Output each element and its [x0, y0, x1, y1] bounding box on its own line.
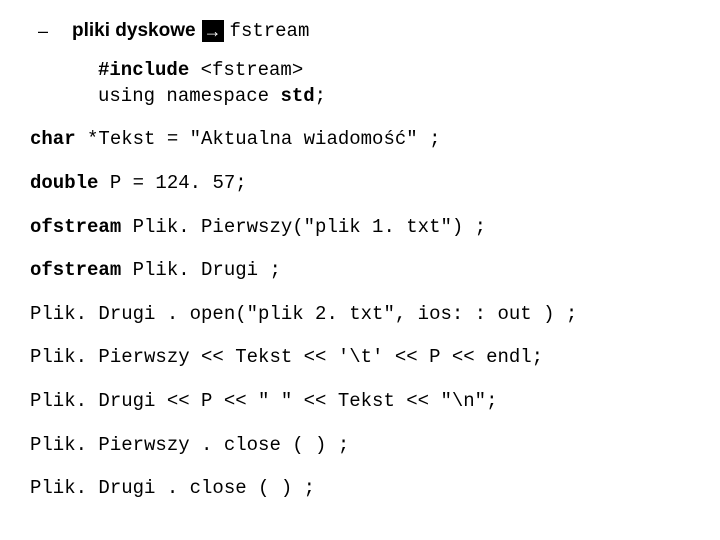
code-line-2: double P = 124. 57;	[30, 171, 690, 197]
code-line-5: Plik. Drugi . open("plik 2. txt", ios: :…	[30, 302, 690, 328]
code-2-rest: P = 124. 57;	[98, 172, 246, 194]
using-semicolon: ;	[315, 85, 326, 107]
kw-char: char	[30, 128, 76, 150]
bullet-heading: – pliki dyskowe → fstream	[30, 20, 690, 42]
code-4-rest: Plik. Drugi ;	[121, 259, 281, 281]
include-line-2: using namespace std;	[98, 84, 690, 110]
code-line-8: Plik. Pierwszy . close ( ) ;	[30, 433, 690, 459]
bullet-target: fstream	[230, 20, 310, 42]
code-3-rest: Plik. Pierwszy("plik 1. txt") ;	[121, 216, 486, 238]
code-line-6: Plik. Pierwszy << Tekst << '\t' << P << …	[30, 345, 690, 371]
bullet-dash: –	[36, 21, 50, 42]
include-rest: <fstream>	[189, 59, 303, 81]
include-block: #include <fstream> using namespace std;	[98, 58, 690, 109]
kw-ofstream-1: ofstream	[30, 216, 121, 238]
kw-double: double	[30, 172, 98, 194]
arrow-icon: →	[202, 20, 224, 42]
bullet-label: pliki dyskowe	[72, 20, 196, 42]
code-line-3: ofstream Plik. Pierwszy("plik 1. txt") ;	[30, 215, 690, 241]
using-namespace: using namespace	[98, 85, 280, 107]
code-line-1: char *Tekst = "Aktualna wiadomość" ;	[30, 127, 690, 153]
include-line-1: #include <fstream>	[98, 58, 690, 84]
code-1-rest: *Tekst = "Aktualna wiadomość" ;	[76, 128, 441, 150]
kw-ofstream-2: ofstream	[30, 259, 121, 281]
code-line-4: ofstream Plik. Drugi ;	[30, 258, 690, 284]
include-keyword: #include	[98, 59, 189, 81]
code-line-9: Plik. Drugi . close ( ) ;	[30, 476, 690, 502]
code-line-7: Plik. Drugi << P << " " << Tekst << "\n"…	[30, 389, 690, 415]
std-keyword: std	[280, 85, 314, 107]
